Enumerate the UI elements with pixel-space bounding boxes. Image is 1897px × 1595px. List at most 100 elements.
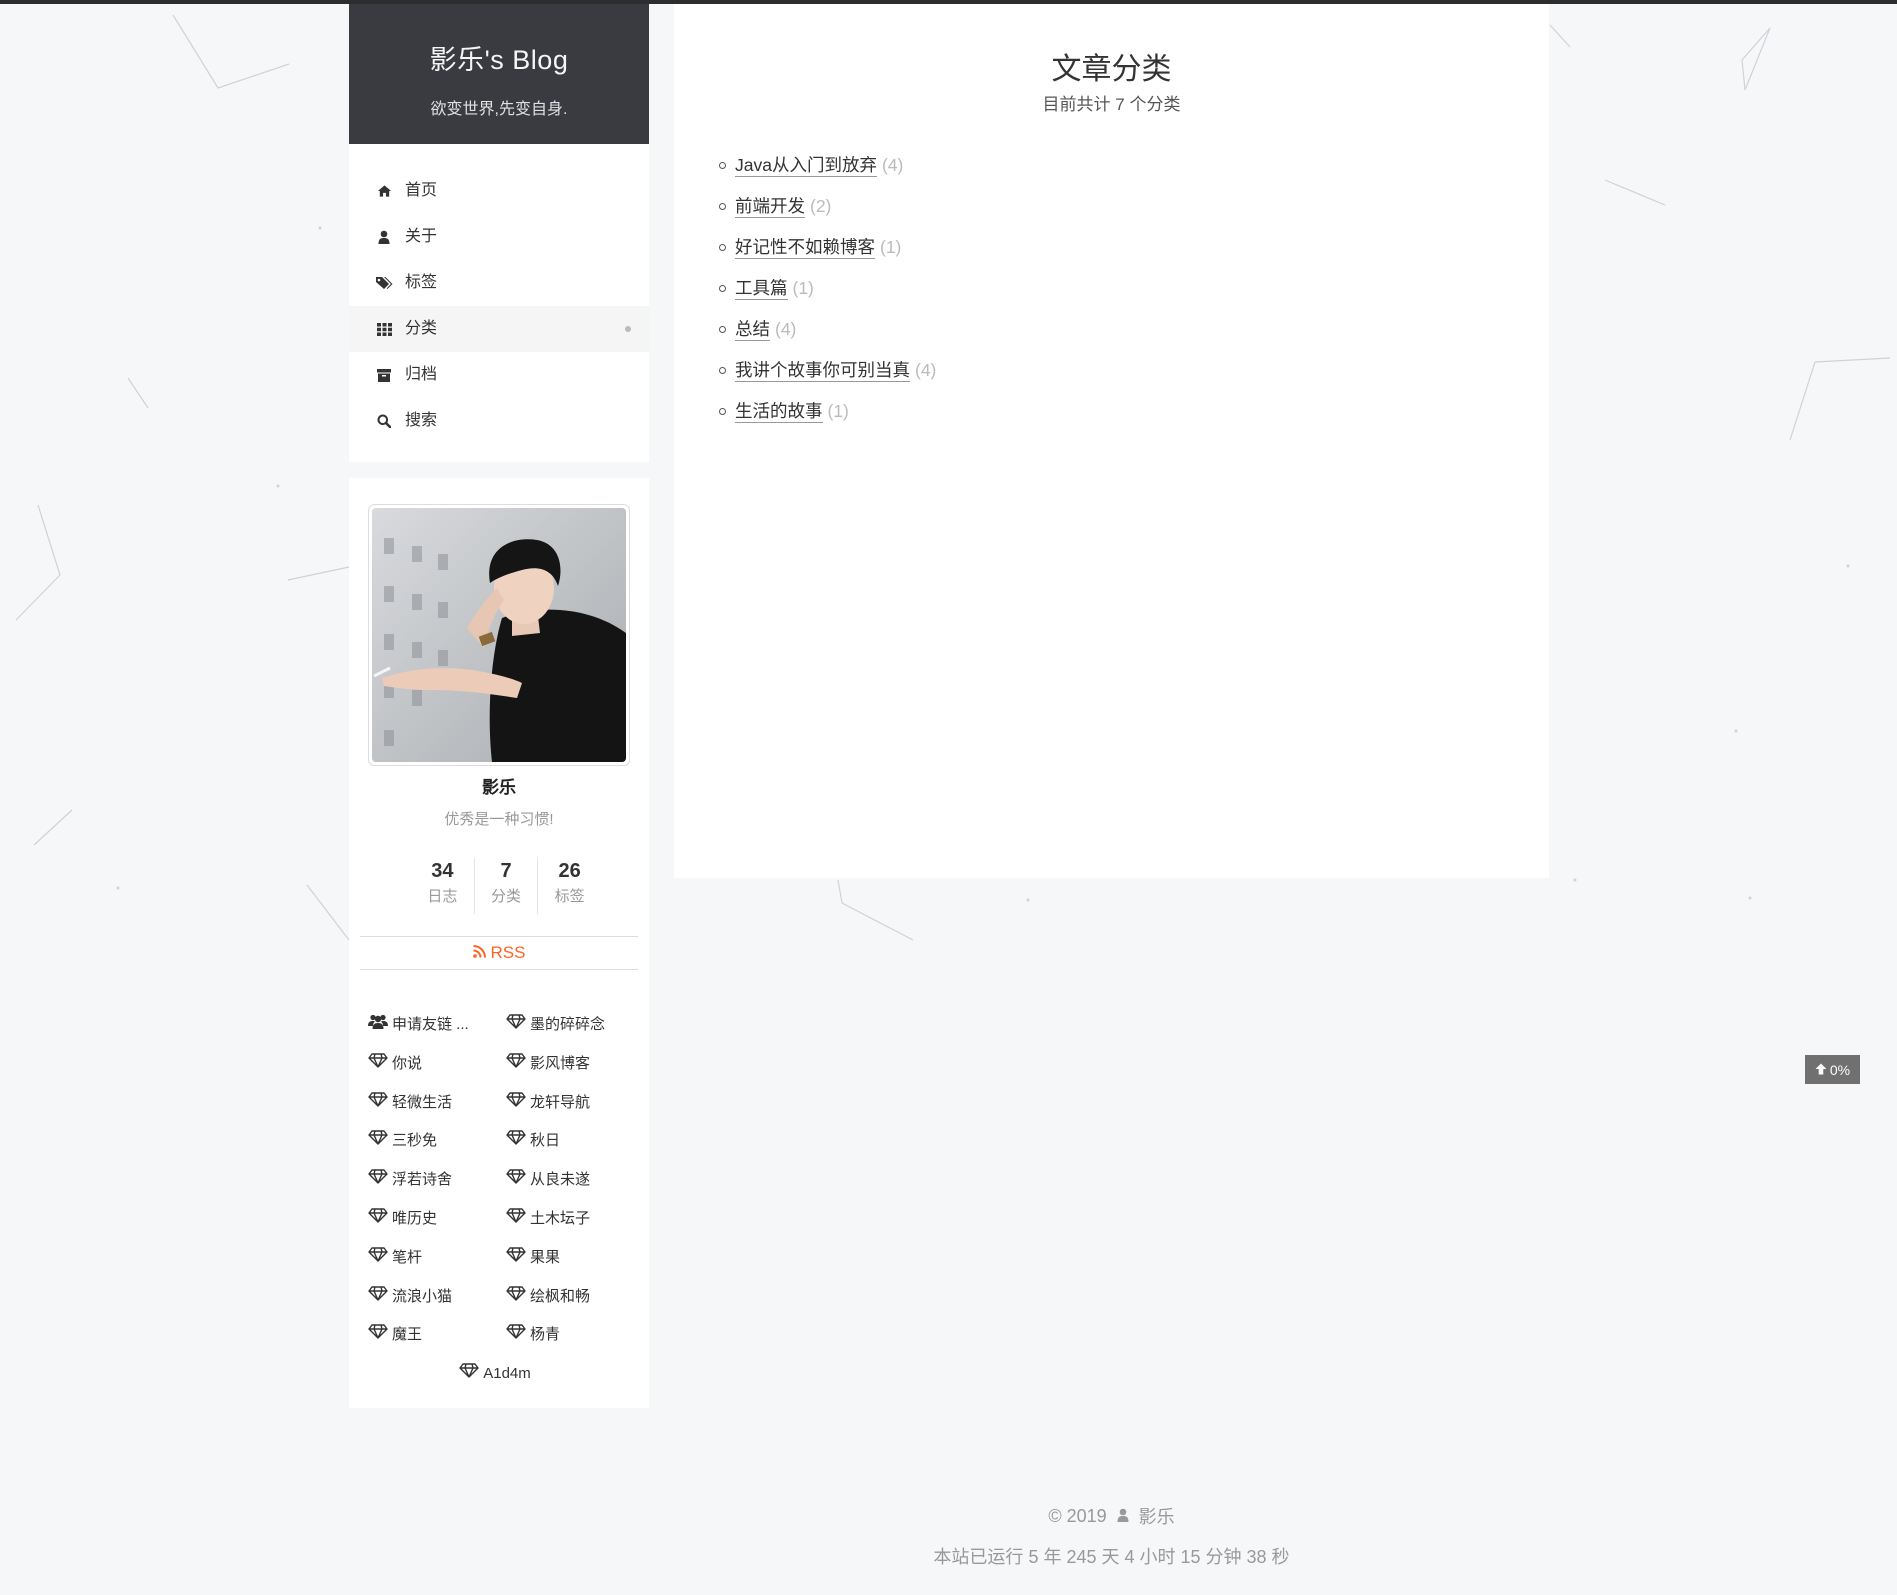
stat-categories[interactable]: 7 分类	[473, 858, 538, 914]
friend-link[interactable]: 从良未遂	[506, 1161, 644, 1200]
diamond-icon	[506, 1200, 526, 1239]
author-profile: 影乐 优秀是一种习惯! 34 日志 7 分类 26 标签 RSS 申请友链 ..…	[349, 478, 649, 1408]
friend-link[interactable]: 秋日	[506, 1122, 644, 1161]
friend-link-label: 墨的碎碎念	[530, 1016, 606, 1033]
category-link[interactable]: 工具篇	[735, 277, 788, 300]
friend-link-label: 果果	[530, 1248, 561, 1266]
menu-item-archives[interactable]: 归档	[349, 352, 649, 398]
diamond-icon	[368, 1084, 388, 1123]
category-link[interactable]: 前端开发	[735, 195, 805, 218]
category-list: Java从入门到放弃 (4) 前端开发 (2) 好记性不如赖博客 (1) 工具篇…	[719, 145, 936, 432]
friend-link[interactable]: A1d4m	[368, 1355, 644, 1394]
diamond-icon	[368, 1161, 388, 1200]
friend-link-label: 笔杆	[392, 1248, 423, 1266]
main-content: 文章分类 目前共计 7 个分类 Java从入门到放弃 (4) 前端开发 (2) …	[674, 4, 1549, 878]
friend-link-label: 三秒免	[392, 1132, 438, 1150]
friend-link-label: 秋日	[530, 1132, 561, 1150]
stat-label: 日志	[427, 888, 458, 905]
avatar-image	[372, 508, 626, 762]
friend-link[interactable]: 笔杆	[368, 1239, 506, 1278]
diamond-icon	[506, 1161, 526, 1200]
menu-item-tags[interactable]: 标签	[349, 260, 649, 306]
menu-item-label: 归档	[405, 366, 438, 383]
menu-item-categories[interactable]: 分类	[349, 306, 649, 352]
menu-item-label: 首页	[405, 182, 438, 199]
site-stats: 34 日志 7 分类 26 标签	[411, 858, 601, 914]
site-uptime: 本站已运行 5 年 245 天 4 小时 15 分钟 38 秒	[933, 1547, 1290, 1567]
friend-link[interactable]: 杨青	[506, 1316, 644, 1355]
users-icon	[368, 1006, 388, 1045]
friend-link-label: 魔王	[392, 1326, 423, 1344]
back-to-top-button[interactable]: 0%	[1805, 1055, 1860, 1084]
friend-link-label: 唯历史	[392, 1209, 438, 1227]
friend-link[interactable]: 三秒免	[368, 1122, 506, 1161]
menu-item-search[interactable]: 搜索	[349, 398, 649, 444]
footer-author: 影乐	[1138, 1507, 1175, 1527]
rss-icon	[472, 936, 486, 970]
site-brand: 影乐's Blog 欲变世界,先变自身.	[349, 4, 649, 144]
category-link[interactable]: 总结	[735, 318, 770, 341]
diamond-icon	[368, 1200, 388, 1239]
bullet-icon	[719, 367, 726, 374]
diamond-icon	[506, 1278, 526, 1317]
author-motto: 优秀是一种习惯!	[444, 811, 554, 828]
menu-item-about[interactable]: 关于	[349, 214, 649, 260]
friend-link[interactable]: 绘枫和畅	[506, 1278, 644, 1317]
arrow-up-icon	[1815, 1062, 1827, 1078]
category-item: 我讲个故事你可别当真 (4)	[719, 350, 936, 391]
category-link[interactable]: Java从入门到放弃	[735, 154, 877, 177]
stat-count: 26	[558, 860, 581, 882]
avatar	[368, 504, 630, 766]
friend-link[interactable]: 唯历史	[368, 1200, 506, 1239]
category-item: 生活的故事 (1)	[719, 391, 936, 432]
site-title[interactable]: 影乐's Blog	[349, 38, 649, 77]
page-subtitle: 目前共计 7 个分类	[1042, 95, 1181, 114]
friend-link-label: 龙轩导航	[530, 1093, 591, 1111]
rss-link[interactable]: RSS	[360, 936, 638, 970]
friend-link-apply[interactable]: 申请友链 ...	[368, 1006, 506, 1045]
menu-item-label: 标签	[405, 274, 438, 291]
friend-link[interactable]: 流浪小猫	[368, 1278, 506, 1317]
friend-link[interactable]: 浮若诗舍	[368, 1161, 506, 1200]
main-menu: 首页 关于 标签 分类 归档 搜索	[349, 144, 649, 462]
stat-posts[interactable]: 34 日志	[411, 858, 474, 914]
category-link[interactable]: 好记性不如赖博客	[735, 236, 875, 259]
search-icon	[375, 398, 393, 444]
friend-link[interactable]: 影风博客	[506, 1045, 644, 1084]
author-name: 影乐	[482, 778, 516, 797]
menu-item-label: 搜索	[405, 412, 438, 429]
category-count: (1)	[827, 401, 849, 421]
category-item: Java从入门到放弃 (4)	[719, 145, 936, 186]
home-icon	[375, 168, 393, 214]
menu-item-label: 关于	[405, 228, 438, 245]
bullet-icon	[719, 408, 726, 415]
category-count: (1)	[880, 237, 902, 257]
menu-item-home[interactable]: 首页	[349, 168, 649, 214]
friend-link[interactable]: 你说	[368, 1045, 506, 1084]
friend-link[interactable]: 墨的碎碎念	[506, 1006, 644, 1045]
diamond-icon	[368, 1316, 388, 1355]
bullet-icon	[719, 244, 726, 251]
friend-link[interactable]: 龙轩导航	[506, 1084, 644, 1123]
friend-link[interactable]: 果果	[506, 1239, 644, 1278]
friend-link[interactable]: 轻微生活	[368, 1084, 506, 1123]
tags-icon	[375, 260, 393, 306]
friend-link-label: 影风博客	[530, 1054, 591, 1072]
friend-link-label: 绘枫和畅	[530, 1287, 591, 1305]
category-link[interactable]: 我讲个故事你可别当真	[735, 359, 910, 382]
friend-link-label: A1d4m	[483, 1365, 531, 1383]
category-count: (4)	[915, 360, 937, 380]
diamond-icon	[506, 1122, 526, 1161]
category-link[interactable]: 生活的故事	[735, 400, 823, 423]
friend-link[interactable]: 土木坛子	[506, 1200, 644, 1239]
diamond-icon	[368, 1278, 388, 1317]
bullet-icon	[719, 162, 726, 169]
friend-link-label: 浮若诗舍	[392, 1171, 453, 1189]
friend-link-label: 轻微生活	[392, 1093, 453, 1111]
diamond-icon	[459, 1355, 479, 1394]
stat-count: 34	[431, 860, 454, 882]
friend-link-label: 土木坛子	[530, 1209, 591, 1227]
friend-link[interactable]: 魔王	[368, 1316, 506, 1355]
stat-tags[interactable]: 26 标签	[537, 858, 601, 914]
bullet-icon	[719, 203, 726, 210]
